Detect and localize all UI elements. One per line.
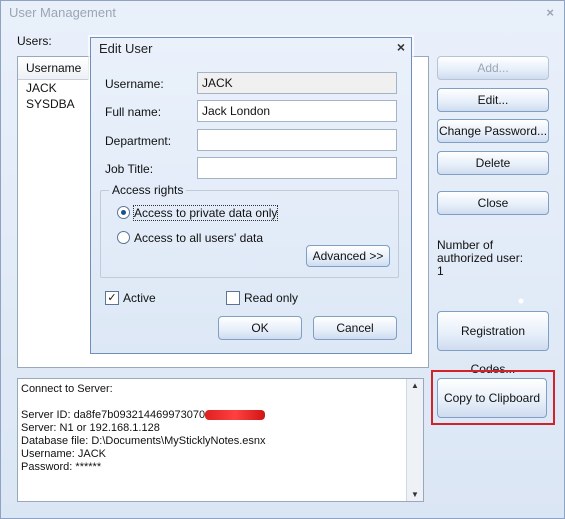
- access-all-option[interactable]: Access to all users' data: [117, 230, 263, 245]
- server-line: Server: N1 or 192.168.1.128: [21, 422, 160, 434]
- add-button[interactable]: Add...: [437, 56, 549, 80]
- scroll-down-icon[interactable]: ▼: [411, 490, 419, 499]
- registration-codes-button[interactable]: Registration Codes...: [437, 311, 549, 376]
- edit-user-dialog: Edit User × Username: JACK Full name: Ja…: [90, 37, 412, 354]
- username-column-header[interactable]: Username: [18, 57, 89, 80]
- database-file-line: Database file: D:\Documents\MySticklyNot…: [21, 435, 266, 447]
- change-password-button[interactable]: Change Password...: [437, 119, 549, 143]
- password-line: Password: ******: [21, 461, 102, 473]
- fullname-field[interactable]: Jack London: [197, 100, 397, 122]
- server-id-line: Server ID: da8fe7b093214469973070: [21, 409, 206, 421]
- checkbox-empty-icon[interactable]: [226, 290, 240, 305]
- checkmark-icon[interactable]: ✓: [105, 290, 119, 305]
- user-management-window: User Management × Users: Username JACK S…: [0, 0, 565, 519]
- username-field[interactable]: JACK: [197, 72, 397, 94]
- department-label: Department:: [105, 134, 172, 148]
- active-checkbox[interactable]: ✓ Active: [105, 290, 156, 305]
- delete-button[interactable]: Delete: [437, 151, 549, 175]
- job-title-field[interactable]: [197, 157, 397, 179]
- read-only-checkbox[interactable]: Read only: [226, 290, 298, 305]
- access-private-option[interactable]: Access to private data only: [117, 204, 279, 221]
- username-label: Username:: [105, 77, 164, 91]
- dialog-title: Edit User: [99, 41, 153, 56]
- redaction-mark: [205, 410, 266, 421]
- active-label: Active: [123, 290, 156, 305]
- authorized-users-count: 1: [437, 264, 444, 278]
- authorized-users-info: Number of authorized user: 1: [437, 239, 547, 278]
- cancel-button[interactable]: Cancel: [313, 316, 397, 340]
- fullname-label: Full name:: [105, 105, 162, 119]
- department-field[interactable]: [197, 129, 397, 151]
- scroll-up-icon[interactable]: ▲: [411, 381, 419, 390]
- advanced-button[interactable]: Advanced >>: [306, 245, 390, 267]
- access-rights-label: Access rights: [109, 183, 187, 197]
- vertical-scrollbar[interactable]: ▲ ▼: [406, 379, 423, 501]
- edit-button[interactable]: Edit...: [437, 88, 549, 112]
- radio-selected-icon[interactable]: [117, 206, 130, 220]
- users-label: Users:: [17, 34, 52, 48]
- access-rights-group: Access rights Access to private data onl…: [100, 183, 399, 278]
- access-private-label: Access to private data only: [132, 204, 279, 221]
- connection-info-text: Connect to Server: Server ID: da8fe7b093…: [21, 383, 266, 474]
- copy-to-clipboard-button[interactable]: Copy to Clipboard: [437, 378, 547, 418]
- access-all-label: Access to all users' data: [134, 230, 264, 245]
- authorized-users-label: Number of authorized user:: [437, 238, 524, 265]
- connect-to-server-line: Connect to Server:: [21, 383, 113, 395]
- job-title-label: Job Title:: [105, 162, 154, 176]
- radio-unselected-icon[interactable]: [117, 231, 130, 245]
- read-only-label: Read only: [244, 290, 299, 305]
- close-icon[interactable]: ×: [546, 5, 554, 20]
- window-title: User Management: [9, 5, 116, 20]
- close-icon[interactable]: ×: [397, 39, 405, 55]
- ok-button[interactable]: OK: [218, 316, 302, 340]
- username-line: Username: JACK: [21, 448, 106, 460]
- close-button[interactable]: Close: [437, 191, 549, 215]
- connection-info-box[interactable]: Connect to Server: Server ID: da8fe7b093…: [17, 378, 424, 502]
